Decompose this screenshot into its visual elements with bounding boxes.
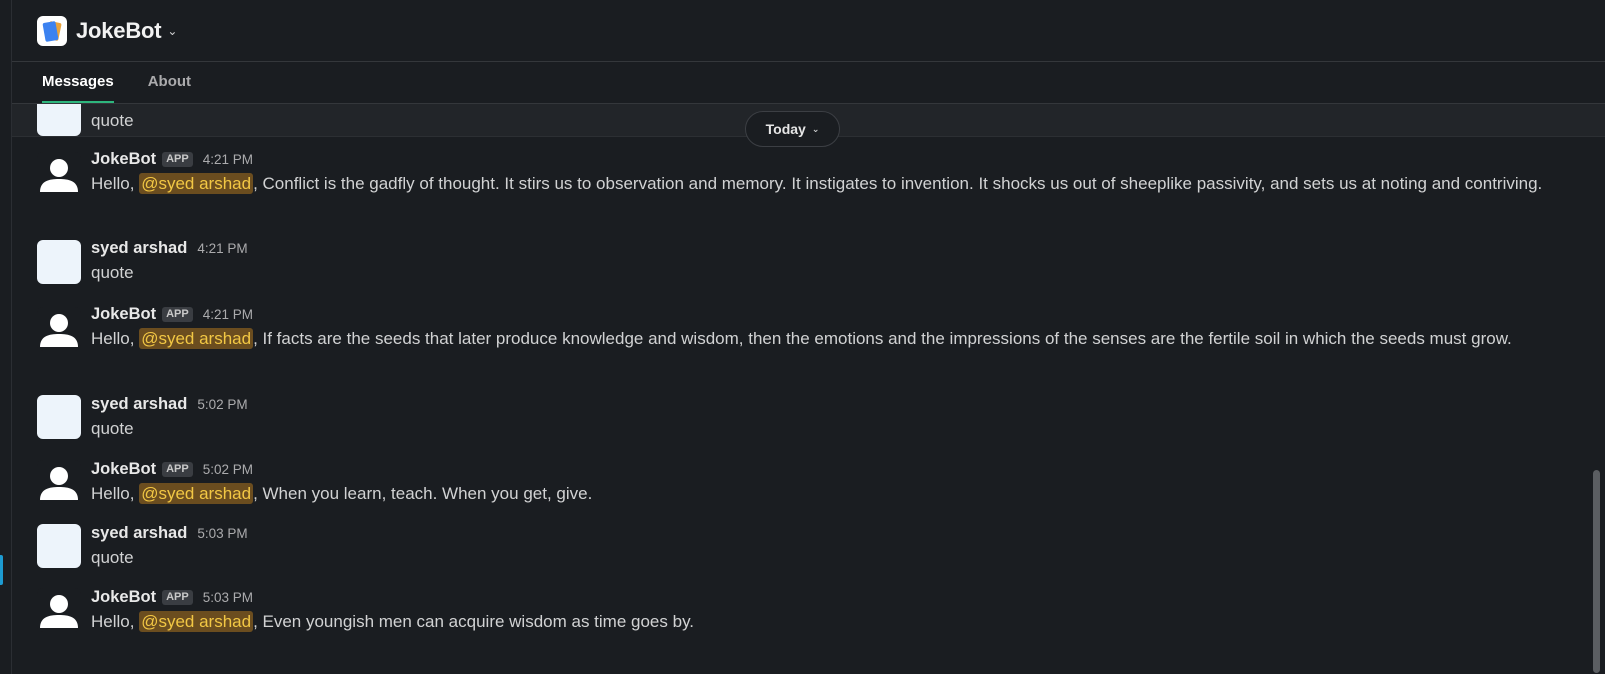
timestamp[interactable]: 4:21 PM <box>203 307 253 322</box>
chevron-down-icon: ⌄ <box>811 123 820 134</box>
message-row: JokeBot APP 4:21 PM Hello, @syed arshad,… <box>12 303 1605 353</box>
user-silhouette-icon <box>40 467 78 500</box>
quote-text: , When you learn, teach. When you get, g… <box>253 484 593 503</box>
sender-name[interactable]: JokeBot <box>91 588 156 607</box>
timestamp[interactable]: 4:21 PM <box>197 241 247 256</box>
message-text: Hello, @syed arshad, Conflict is the gad… <box>91 170 1565 198</box>
bot-avatar[interactable] <box>37 307 81 351</box>
message-list[interactable]: quote Today ⌄ JokeBot APP 4:21 PM Hello,… <box>12 104 1605 673</box>
timestamp[interactable]: 5:03 PM <box>203 590 253 605</box>
tab-about[interactable]: About <box>148 73 191 103</box>
timestamp[interactable]: 4:21 PM <box>203 152 253 167</box>
bot-avatar[interactable] <box>37 152 81 196</box>
message-row: syed arshad 5:03 PM quote <box>12 522 1605 572</box>
app-badge: APP <box>162 306 193 322</box>
greeting-text: Hello, <box>91 484 140 503</box>
channel-view: JokeBot ⌄ Messages About quote Today ⌄ J… <box>12 0 1605 674</box>
scrollbar-thumb[interactable] <box>1593 470 1600 673</box>
workspace-rail <box>0 0 12 674</box>
bot-avatar[interactable] <box>37 588 81 632</box>
sender-name[interactable]: JokeBot <box>91 150 156 169</box>
app-badge: APP <box>162 151 193 167</box>
user-mention[interactable]: @syed arshad <box>139 483 254 504</box>
user-mention[interactable]: @syed arshad <box>139 611 254 632</box>
message-row: syed arshad 4:21 PM quote <box>12 237 1605 287</box>
sender-name[interactable]: syed arshad <box>91 239 187 258</box>
day-divider-label: Today <box>765 121 806 137</box>
message-row: JokeBot APP 4:21 PM Hello, @syed arshad,… <box>12 148 1605 198</box>
message-row: JokeBot APP 5:03 PM Hello, @syed arshad,… <box>12 586 1605 636</box>
message-text: quote <box>91 263 134 282</box>
message-text: quote <box>91 548 134 567</box>
unread-indicator <box>0 555 3 585</box>
quote-text: , Conflict is the gadfly of thought. It … <box>253 174 1543 193</box>
message-text: Hello, @syed arshad, When you learn, tea… <box>91 480 1565 508</box>
timestamp[interactable]: 5:03 PM <box>197 526 247 541</box>
jokebot-logo-icon <box>37 15 67 46</box>
greeting-text: Hello, <box>91 174 140 193</box>
avatar[interactable] <box>37 395 81 439</box>
channel-title[interactable]: JokeBot <box>76 18 162 44</box>
sender-name[interactable]: syed arshad <box>91 395 187 414</box>
message-text: Hello, @syed arshad, If facts are the se… <box>91 325 1565 353</box>
day-divider-button[interactable]: Today ⌄ <box>745 111 840 147</box>
chevron-down-icon[interactable]: ⌄ <box>167 24 177 38</box>
quote-text: , If facts are the seeds that later prod… <box>253 329 1512 348</box>
avatar[interactable] <box>37 104 81 136</box>
message-text: quote <box>91 419 134 438</box>
sender-name[interactable]: JokeBot <box>91 460 156 479</box>
message-text: quote <box>91 111 134 130</box>
channel-header: JokeBot ⌄ <box>12 0 1605 62</box>
message-text: Hello, @syed arshad, Even youngish men c… <box>91 608 1565 636</box>
avatar[interactable] <box>37 524 81 568</box>
tab-messages[interactable]: Messages <box>42 73 114 103</box>
user-silhouette-icon <box>40 314 78 347</box>
user-mention[interactable]: @syed arshad <box>139 328 254 349</box>
timestamp[interactable]: 5:02 PM <box>203 462 253 477</box>
timestamp[interactable]: 5:02 PM <box>197 397 247 412</box>
greeting-text: Hello, <box>91 612 140 631</box>
quote-text: , Even youngish men can acquire wisdom a… <box>253 612 695 631</box>
sender-name[interactable]: JokeBot <box>91 305 156 324</box>
message-row: syed arshad 5:02 PM quote <box>12 393 1605 443</box>
app-badge: APP <box>162 589 193 605</box>
user-mention[interactable]: @syed arshad <box>139 173 254 194</box>
greeting-text: Hello, <box>91 329 140 348</box>
sender-name[interactable]: syed arshad <box>91 524 187 543</box>
user-silhouette-icon <box>40 595 78 628</box>
app-badge: APP <box>162 461 193 477</box>
tab-bar: Messages About <box>12 62 1605 104</box>
message-row: JokeBot APP 5:02 PM Hello, @syed arshad,… <box>12 458 1605 508</box>
bot-avatar[interactable] <box>37 460 81 504</box>
avatar[interactable] <box>37 240 81 284</box>
user-silhouette-icon <box>40 159 78 192</box>
